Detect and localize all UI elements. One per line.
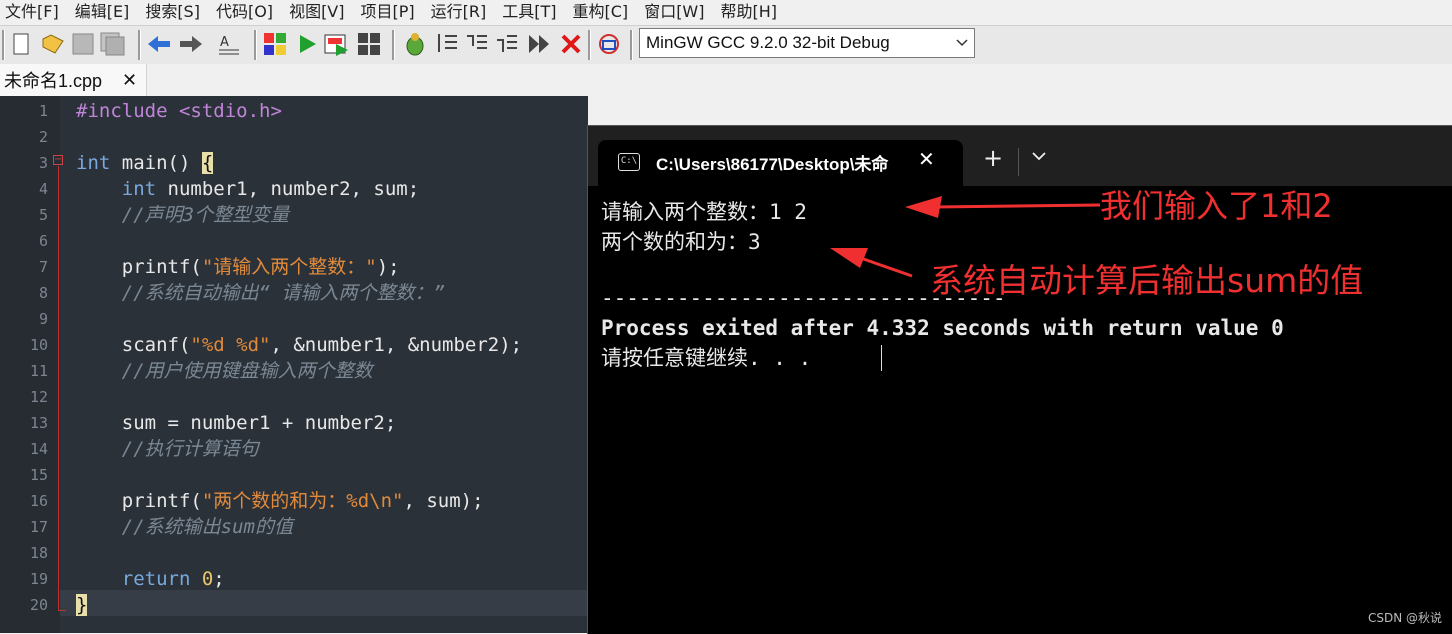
watermark: CSDN @秋说: [1368, 611, 1443, 625]
arrow-to-sum-line: [830, 248, 913, 278]
annotation-input: 我们输入了1和2: [1100, 187, 1333, 225]
annotation-output: 系统自动计算后输出sum的值: [930, 261, 1364, 300]
annotation-arrows: [830, 196, 1101, 278]
arrow-to-input-line: [905, 196, 1101, 218]
